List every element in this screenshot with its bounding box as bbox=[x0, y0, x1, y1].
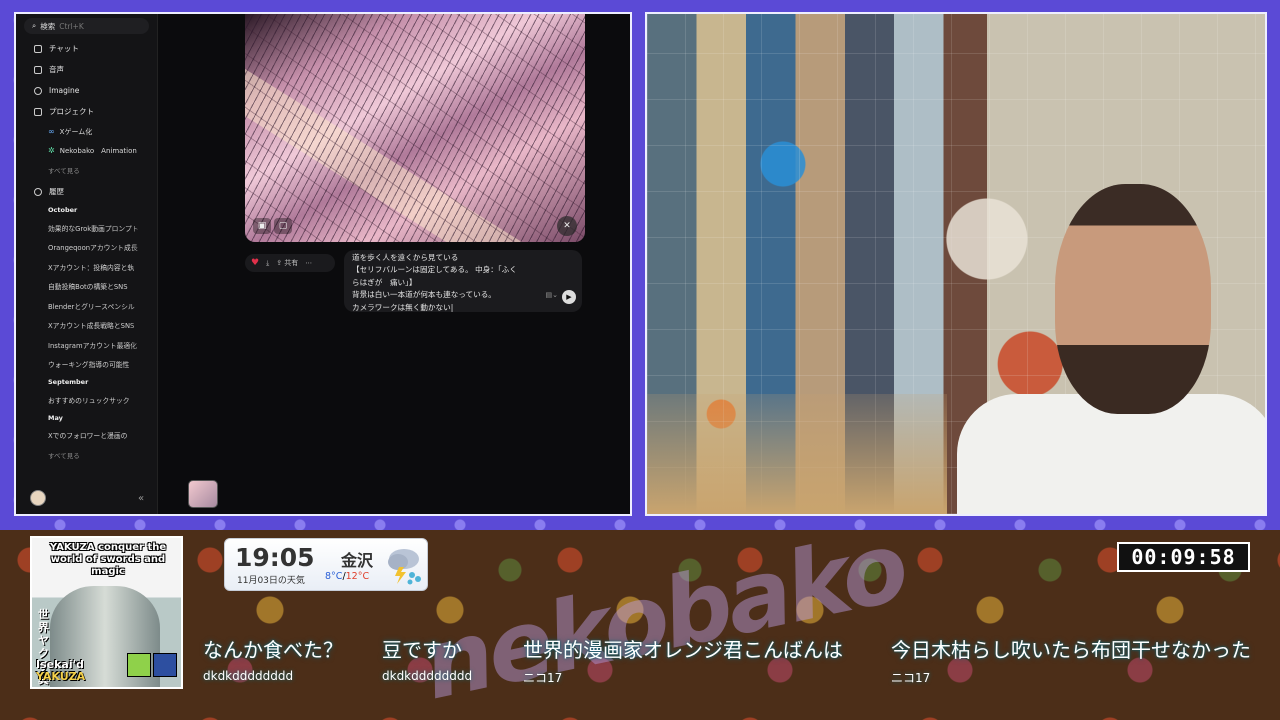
gear-icon: ✲ bbox=[48, 146, 55, 155]
cover-bottom-line: YAKUZA bbox=[36, 670, 86, 683]
nav-label: Imagine bbox=[49, 86, 80, 95]
play-icon: ▶ bbox=[566, 292, 572, 301]
streamer-head bbox=[1055, 184, 1211, 414]
nav-label: 音声 bbox=[49, 65, 64, 74]
history-section-title: May bbox=[48, 413, 63, 422]
project-item[interactable]: ✲ Nekobako Animation bbox=[16, 141, 157, 160]
nav-item-chat[interactable]: チャット bbox=[16, 38, 157, 59]
prompt-line: 背景は白い一本道が何本も連なっている。 bbox=[352, 290, 496, 300]
chat-text: なんか食べた？ bbox=[203, 638, 343, 662]
chat-text: 豆ですか bbox=[382, 638, 462, 662]
prompt-line: 道を歩く人を遠くから見ている bbox=[352, 253, 459, 262]
sidebar: ⌕ 検索 Ctrl+K チャット 音声 Imagine プロジェクト ∞ Xゲーム… bbox=[16, 14, 158, 514]
chat-message: 今日木枯らし吹いたら布団干せなかった ニコ17 bbox=[891, 634, 1251, 686]
voice-icon bbox=[34, 65, 42, 74]
search-icon: ⌕ bbox=[32, 21, 37, 30]
video-hatching bbox=[245, 14, 585, 242]
history-item[interactable]: 効果的なGrok動画プロンプト bbox=[16, 218, 157, 238]
cover-title: YAKUZA conquer the world of swords and m… bbox=[49, 542, 167, 577]
weather-temp: 8°C/12°C bbox=[325, 571, 369, 582]
project-label: Nekobako Animation bbox=[59, 146, 137, 155]
chat-text: 今日木枯らし吹いたら布団干せなかった bbox=[891, 638, 1251, 662]
collapse-sidebar-icon[interactable]: « bbox=[138, 493, 144, 504]
history-icon bbox=[34, 187, 42, 196]
history-section-title: October bbox=[48, 206, 78, 214]
nav-label: 履歴 bbox=[49, 187, 64, 196]
video-icon[interactable]: ▣ bbox=[253, 218, 271, 234]
share-label: 共有 bbox=[284, 259, 299, 267]
chat-icon bbox=[34, 44, 42, 53]
history-item[interactable]: Orangeqoonアカウント成長 bbox=[16, 238, 157, 258]
prompt-input[interactable]: 道を歩く人を遠くから見ている 【セリフバルーンは固定してある。 中身：「ふく ら… bbox=[344, 250, 582, 312]
history-item[interactable]: 自動投稿Botの構築とSNS bbox=[16, 277, 157, 297]
history-item[interactable]: ウォーキング指導の可能性 bbox=[16, 355, 157, 375]
download-icon[interactable]: ⤓ bbox=[266, 259, 269, 268]
nav-item-projects[interactable]: プロジェクト bbox=[16, 101, 157, 122]
chat-message: 豆ですか dkdkdddddddd bbox=[382, 634, 472, 683]
mute-icon[interactable]: ✕ bbox=[557, 216, 577, 236]
history-item[interactable]: Instagramアカウント最適化 bbox=[16, 335, 157, 355]
history-item[interactable]: Xアカウント成長戦略とSNS bbox=[16, 316, 157, 336]
search-input[interactable]: ⌕ 検索 Ctrl+K bbox=[24, 18, 149, 34]
cover-badge bbox=[153, 653, 177, 677]
prompt-line: 【セリフバルーンは固定してある。 中身：「ふく bbox=[352, 265, 517, 275]
nav-item-history[interactable]: 履歴 bbox=[16, 181, 157, 202]
history-see-all-link[interactable]: すべて見る bbox=[16, 445, 157, 464]
stream-timer: 00:09:58 bbox=[1117, 542, 1250, 572]
project-item[interactable]: ∞ Xゲーム化 bbox=[16, 122, 157, 141]
chat-message: 世界的漫画家オレンジ君こんばんは ニコ17 bbox=[523, 634, 843, 686]
image-icon[interactable]: ▢ bbox=[274, 218, 292, 234]
heart-icon[interactable]: ♥ bbox=[251, 258, 259, 268]
project-label: Xゲーム化 bbox=[59, 127, 93, 136]
chat-message: なんか食べた？ dkdkdddddddd bbox=[203, 634, 343, 683]
manga-cover: YAKUZA conquer the world of swords and m… bbox=[30, 536, 183, 689]
history-item[interactable]: Blenderとグリースペンシル bbox=[16, 296, 157, 316]
rain-cloud-icon bbox=[388, 549, 421, 585]
post-actions: ♥ ⤓ ⇪ 共有 ⋯ bbox=[245, 254, 335, 272]
chat-user: dkdkdddddddd bbox=[382, 669, 473, 683]
chat-user: dkdkdddddddd bbox=[203, 669, 294, 683]
chat-text: 世界的漫画家オレンジ君こんばんは bbox=[523, 638, 843, 662]
imagine-icon bbox=[34, 86, 42, 95]
browser-capture-panel: ⌕ 検索 Ctrl+K チャット 音声 Imagine プロジェクト ∞ Xゲーム… bbox=[14, 12, 632, 516]
more-icon[interactable]: ⋯ bbox=[305, 259, 312, 267]
weather-date: 11月03日の天気 bbox=[237, 576, 305, 586]
cover-bottom-title: Isekai'd YAKUZA bbox=[36, 659, 85, 683]
cover-badge bbox=[127, 653, 151, 677]
model-select-icon[interactable]: ▤⌄ bbox=[546, 289, 558, 301]
nav-label: チャット bbox=[49, 44, 79, 53]
webcam-feed bbox=[645, 12, 1267, 516]
prompt-line: らはぎが 痛い」】 bbox=[352, 277, 417, 287]
chat-user: ニコ17 bbox=[523, 671, 563, 685]
history-item[interactable]: Xでのフォロワーと漫画の bbox=[16, 426, 157, 446]
chat-user: ニコ17 bbox=[891, 671, 931, 685]
weather-city: 金沢 bbox=[341, 551, 374, 570]
attachment-thumbnail[interactable] bbox=[188, 480, 218, 508]
nav-item-voice[interactable]: 音声 bbox=[16, 59, 157, 80]
send-button[interactable]: ▶ bbox=[562, 290, 576, 304]
history-section-title: September bbox=[48, 378, 89, 386]
search-shortcut: Ctrl+K bbox=[59, 21, 84, 31]
desk bbox=[647, 394, 947, 514]
share-button[interactable]: ⇪ 共有 bbox=[276, 258, 298, 268]
temp-high: 8°C bbox=[325, 571, 343, 582]
temp-low: 12°C bbox=[345, 571, 370, 582]
history-item[interactable]: Xアカウント：投稿内容と執 bbox=[16, 257, 157, 277]
prompt-line: カメラワークは無く動かない| bbox=[352, 302, 454, 312]
search-label: 検索 bbox=[40, 21, 56, 31]
project-icon: ∞ bbox=[48, 127, 55, 136]
nav-label: プロジェクト bbox=[49, 107, 94, 116]
avatar[interactable] bbox=[30, 490, 46, 506]
share-icon: ⇪ bbox=[276, 259, 283, 267]
folder-icon bbox=[34, 107, 42, 116]
history-item[interactable]: おすすめのリュックサック bbox=[16, 390, 157, 410]
clock-time: 19:05 bbox=[235, 543, 315, 572]
projects-see-all-link[interactable]: すべて見る bbox=[16, 160, 157, 179]
nav-item-imagine[interactable]: Imagine bbox=[16, 80, 157, 101]
weather-widget: 19:05 11月03日の天気 金沢 8°C/12°C bbox=[224, 538, 428, 591]
generated-video[interactable]: ▣ ▢ ✕ bbox=[245, 14, 585, 242]
